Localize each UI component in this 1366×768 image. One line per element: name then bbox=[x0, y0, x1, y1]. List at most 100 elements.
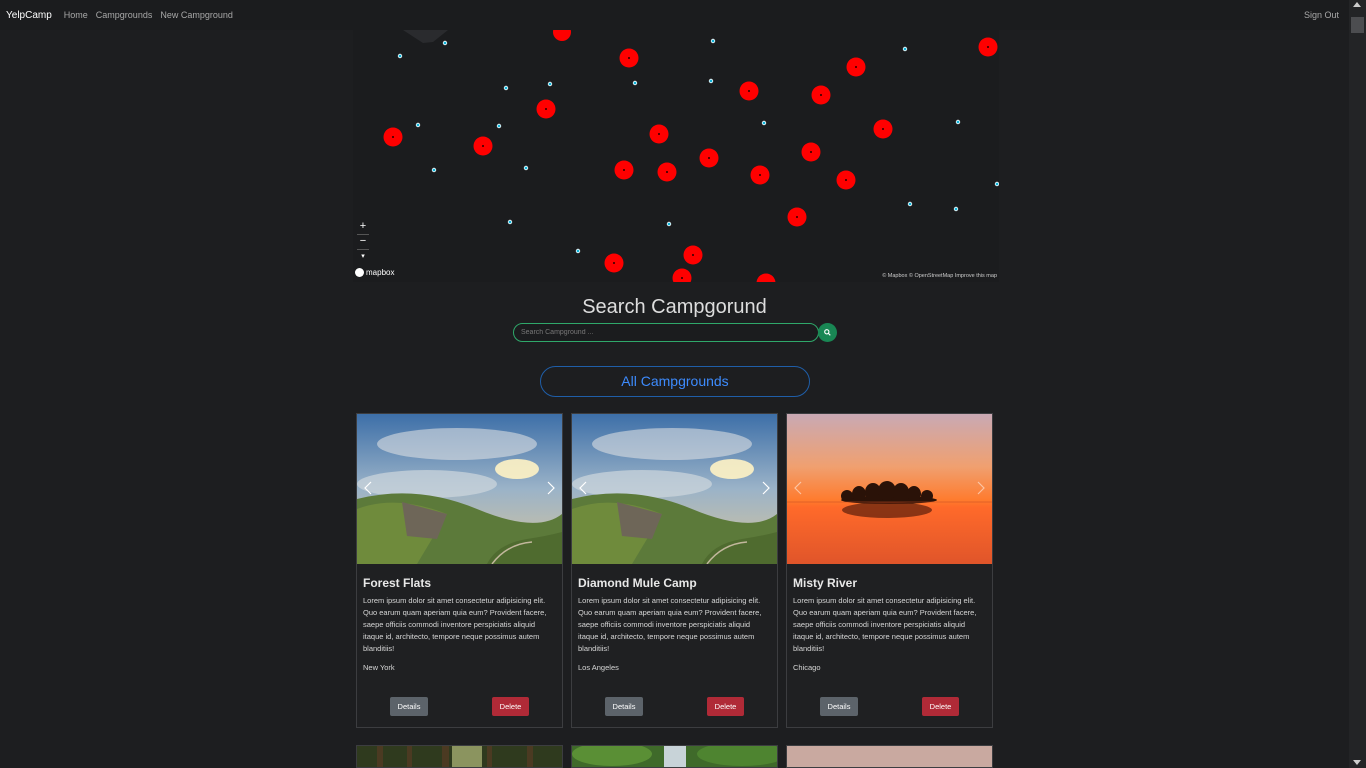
campground-image-carousel[interactable] bbox=[787, 414, 992, 564]
map-cluster-count bbox=[681, 277, 683, 279]
map-cluster-count bbox=[882, 128, 884, 130]
map-cluster-count bbox=[613, 262, 615, 264]
campground-image bbox=[572, 414, 777, 564]
map-point bbox=[666, 221, 672, 227]
campground-image bbox=[572, 746, 777, 767]
map-point bbox=[496, 123, 502, 129]
map-cluster-count bbox=[658, 133, 660, 135]
map-point bbox=[761, 120, 767, 126]
map-point bbox=[953, 206, 959, 212]
details-button[interactable]: Details bbox=[820, 697, 858, 716]
zoom-out-button[interactable]: − bbox=[356, 234, 370, 248]
carousel-next-icon[interactable] bbox=[976, 481, 986, 495]
nav-new-campground-link[interactable]: New Campground bbox=[160, 10, 233, 20]
sign-out-link[interactable]: Sign Out bbox=[1304, 10, 1339, 20]
page-scrollbar[interactable] bbox=[1349, 0, 1366, 768]
brand-logo[interactable]: YelpCamp bbox=[6, 10, 52, 21]
map-cluster-count bbox=[392, 136, 394, 138]
map-cluster-count bbox=[845, 179, 847, 181]
campground-description: Lorem ipsum dolor sit amet consectetur a… bbox=[363, 596, 547, 653]
map-cluster-count bbox=[855, 66, 857, 68]
carousel-prev-icon[interactable] bbox=[793, 481, 803, 495]
campground-card-partial[interactable] bbox=[356, 745, 563, 768]
map-point bbox=[415, 122, 421, 128]
all-campgrounds-button[interactable]: All Campgrounds bbox=[540, 366, 810, 397]
map-attribution[interactable]: © Mapbox © OpenStreetMap Improve this ma… bbox=[882, 273, 997, 279]
map-cluster-count bbox=[748, 90, 750, 92]
map-cluster-count bbox=[666, 171, 668, 173]
campground-location: Chicago bbox=[793, 663, 821, 672]
mapbox-logo[interactable]: mapbox bbox=[355, 268, 394, 277]
map-point bbox=[431, 167, 437, 173]
search-icon bbox=[824, 329, 831, 336]
campground-title: Diamond Mule Camp bbox=[578, 576, 697, 590]
zoom-in-button[interactable]: + bbox=[356, 219, 370, 233]
map-point bbox=[710, 38, 716, 44]
map-point bbox=[708, 78, 714, 84]
cluster-map[interactable]: + − ▾ mapbox © Mapbox © OpenStreetMap Im… bbox=[353, 30, 999, 282]
map-cluster-count bbox=[623, 169, 625, 171]
map-cluster bbox=[672, 268, 692, 282]
delete-button[interactable]: Delete bbox=[492, 697, 529, 716]
map-point bbox=[442, 40, 448, 46]
search-button[interactable] bbox=[818, 323, 837, 342]
delete-button[interactable]: Delete bbox=[707, 697, 744, 716]
map-point bbox=[547, 81, 553, 87]
map-cluster-count bbox=[692, 254, 694, 256]
map-point bbox=[902, 46, 908, 52]
campground-card: Diamond Mule Camp Lorem ipsum dolor sit … bbox=[571, 413, 778, 728]
campground-image-carousel[interactable] bbox=[572, 414, 777, 564]
map-point bbox=[907, 201, 913, 207]
map-cluster-counts bbox=[392, 46, 989, 279]
campground-image bbox=[787, 414, 992, 564]
map-point bbox=[503, 85, 509, 91]
campground-image bbox=[357, 746, 562, 767]
map-cluster bbox=[553, 30, 571, 41]
search-input[interactable] bbox=[513, 323, 819, 342]
map-cluster-count bbox=[810, 151, 812, 153]
campground-title: Misty River bbox=[793, 576, 858, 590]
map-cluster bbox=[756, 273, 776, 282]
carousel-next-icon[interactable] bbox=[546, 481, 556, 495]
compass-button[interactable]: ▾ bbox=[356, 250, 370, 264]
map-point bbox=[575, 248, 581, 254]
nav-home-link[interactable]: Home bbox=[64, 10, 88, 20]
carousel-next-icon[interactable] bbox=[761, 481, 771, 495]
mapbox-icon bbox=[355, 268, 364, 277]
navbar: YelpCamp Home Campgrounds New Campground… bbox=[0, 0, 1349, 30]
scroll-thumb[interactable] bbox=[1351, 17, 1364, 33]
map-point bbox=[994, 181, 999, 187]
campground-description: Lorem ipsum dolor sit amet consectetur a… bbox=[793, 596, 977, 653]
map-cluster-count bbox=[759, 174, 761, 176]
details-button[interactable]: Details bbox=[390, 697, 428, 716]
delete-button[interactable]: Delete bbox=[922, 697, 959, 716]
campground-card: Misty River Lorem ipsum dolor sit amet c… bbox=[786, 413, 993, 728]
map-point bbox=[523, 165, 529, 171]
campground-location: Los Angeles bbox=[578, 663, 619, 672]
map-landmass bbox=[403, 30, 448, 43]
map-cluster-count bbox=[820, 94, 822, 96]
map-cluster-count bbox=[482, 145, 484, 147]
map-point bbox=[955, 119, 961, 125]
map-cluster-count bbox=[545, 108, 547, 110]
carousel-prev-icon[interactable] bbox=[363, 481, 373, 495]
map-point bbox=[397, 53, 403, 59]
scroll-up-arrow-icon[interactable] bbox=[1353, 2, 1361, 7]
map-cluster-count bbox=[796, 216, 798, 218]
scroll-down-arrow-icon[interactable] bbox=[1353, 760, 1361, 765]
map-canvas[interactable] bbox=[353, 30, 999, 282]
map-point bbox=[632, 80, 638, 86]
map-cluster-count bbox=[628, 57, 630, 59]
campground-image-carousel[interactable] bbox=[357, 414, 562, 564]
map-clusters[interactable] bbox=[383, 30, 998, 282]
mapbox-logo-text: mapbox bbox=[366, 268, 395, 277]
campground-location: New York bbox=[363, 663, 395, 672]
carousel-prev-icon[interactable] bbox=[578, 481, 588, 495]
campground-image bbox=[357, 414, 562, 564]
map-cluster-count bbox=[708, 157, 710, 159]
details-button[interactable]: Details bbox=[605, 697, 643, 716]
campground-card-partial[interactable] bbox=[786, 745, 993, 768]
campground-title: Forest Flats bbox=[363, 576, 432, 590]
campground-card-partial[interactable] bbox=[571, 745, 778, 768]
nav-campgrounds-link[interactable]: Campgrounds bbox=[96, 10, 153, 20]
